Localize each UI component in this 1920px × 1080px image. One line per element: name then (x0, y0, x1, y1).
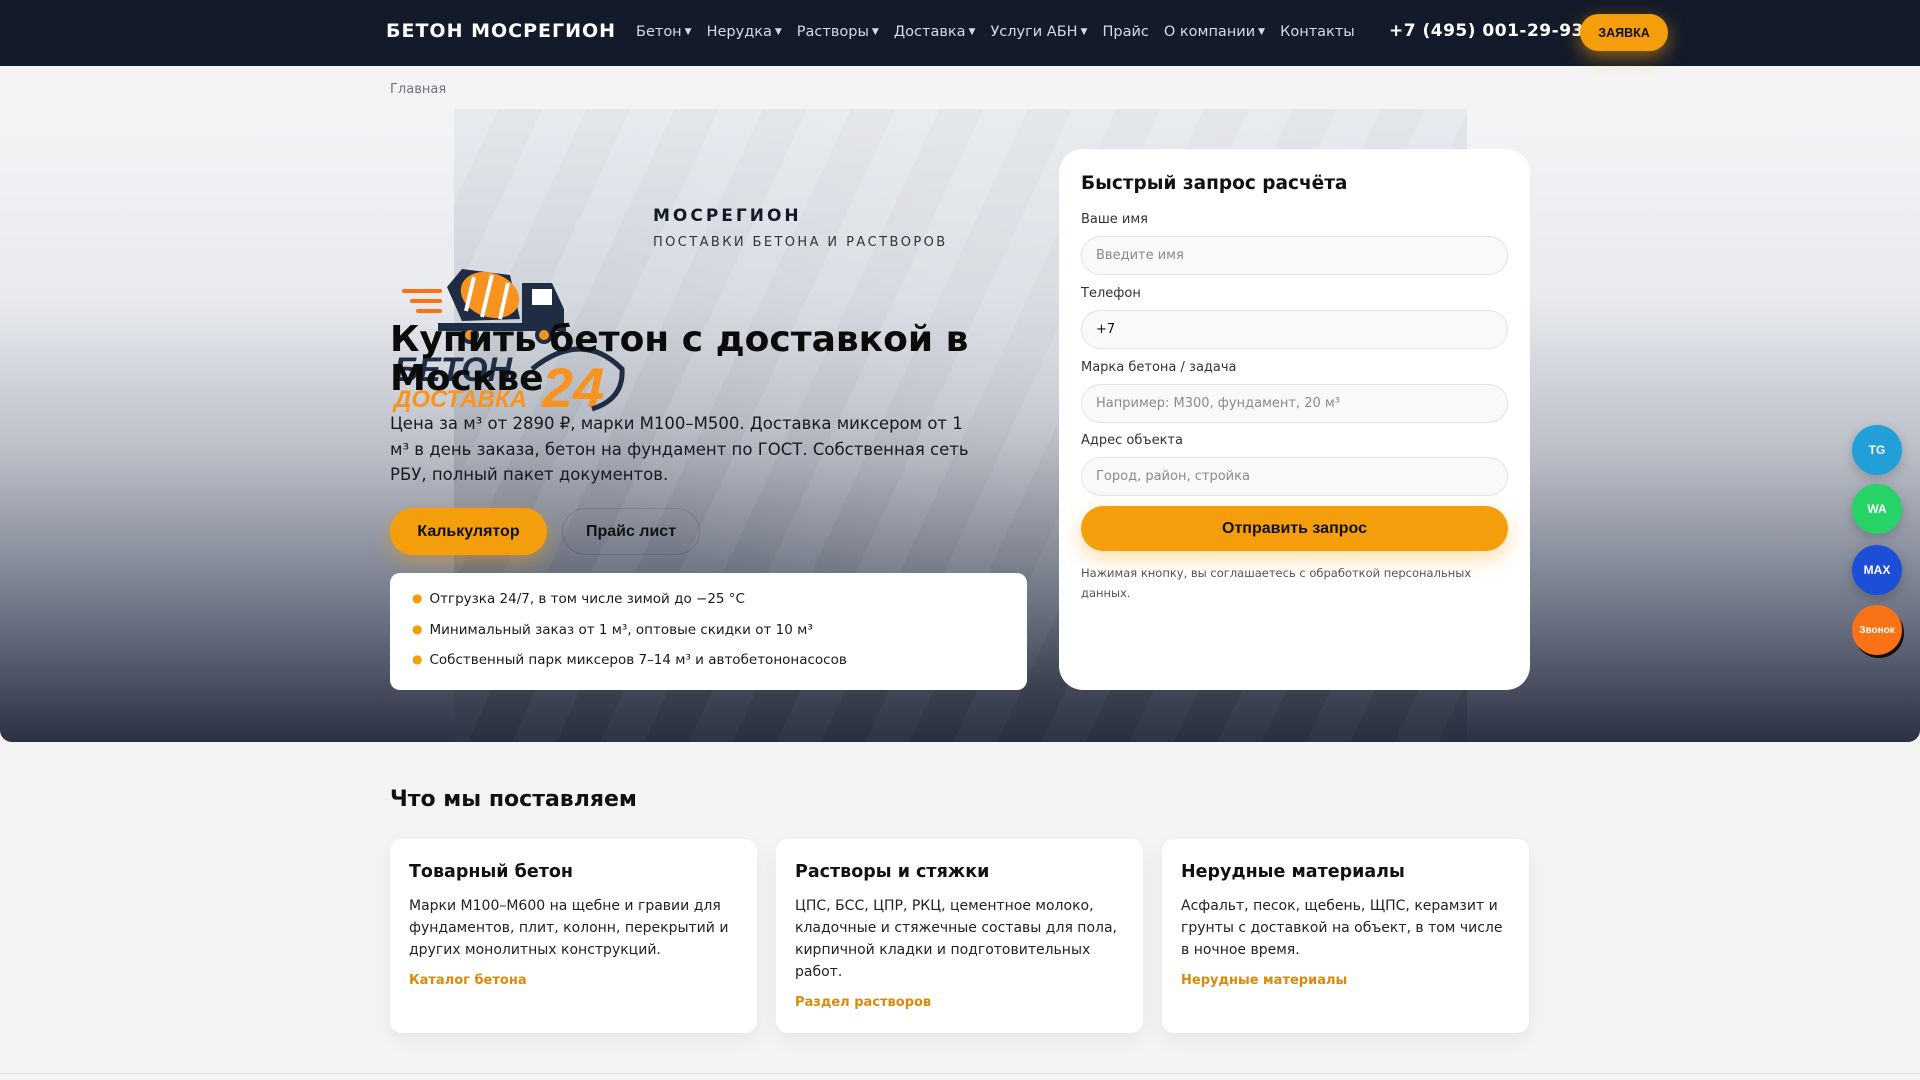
menu-label: Нерудка (706, 24, 772, 40)
request-button[interactable]: ЗАЯВКА (1580, 14, 1668, 51)
hero-section: БЕТОН ДОСТАВКА 24 МОСРЕГИОН ПОСТАВКИ БЕТ… (0, 109, 1920, 742)
caret-down-icon: ▼ (968, 27, 976, 37)
menu-label: Услуги АБН (990, 24, 1078, 40)
card-title: Нерудные материалы (1181, 862, 1405, 882)
feature-item: ● Собственный парк миксеров 7–14 м³ и авт… (412, 652, 1005, 683)
features-list: ● Отгрузка 24/7, в том числе зимой до −25… (390, 573, 1027, 690)
menu-label: О компании (1163, 24, 1256, 40)
phone-link[interactable]: +7 (495) 001-29-93 (1389, 21, 1584, 41)
telegram-button[interactable]: TG (1852, 425, 1902, 475)
card-link[interactable]: Нерудные материалы (1181, 973, 1510, 988)
brand-link[interactable]: БЕТОН МОСРЕГИОН (386, 20, 616, 42)
price-list-button[interactable]: Прайс лист (562, 508, 700, 555)
card-text: Асфальт, песок, щебень, ЩПС, керамзит и … (1181, 898, 1503, 958)
bullet-icon: ● (412, 621, 423, 636)
form-title: Быстрый запрос расчёта (1081, 173, 1348, 194)
hero-subtagline: ПОСТАВКИ БЕТОНА И РАСТВОРОВ (653, 235, 948, 250)
menu-item-nerudka[interactable]: Нерудка ▼ (707, 24, 782, 40)
feature-text: Собственный парк миксеров 7–14 м³ и авто… (429, 652, 847, 668)
menu-item-about[interactable]: О компании ▼ (1164, 24, 1265, 40)
caret-down-icon: ▼ (1258, 27, 1266, 37)
address-input[interactable] (1081, 457, 1508, 496)
menu-item-abn[interactable]: Услуги АБН ▼ (990, 24, 1087, 40)
callback-button[interactable]: Звонок (1852, 605, 1902, 655)
caret-down-icon: ▼ (684, 27, 692, 37)
card-link[interactable]: Каталог бетона (409, 973, 738, 988)
calculator-button[interactable]: Калькулятор (390, 508, 547, 555)
feature-text: Минимальный заказ от 1 м³, оптовые скидк… (429, 621, 813, 638)
phone-input[interactable] (1081, 310, 1508, 349)
menu-label: Бетон (636, 24, 682, 40)
menu-item-dostavka[interactable]: Доставка ▼ (894, 24, 976, 40)
caret-down-icon: ▼ (774, 27, 782, 37)
menu-label: Растворы (796, 24, 869, 40)
bullet-icon: ● (412, 591, 423, 605)
divider (0, 1073, 1920, 1074)
bullet-icon: ● (412, 652, 423, 666)
card-text: ЦПС, БСС, ЦПР, РКЦ, цементное молоко, кл… (795, 898, 1118, 980)
grade-input[interactable] (1081, 384, 1508, 423)
card-link[interactable]: Раздел растворов (795, 995, 1124, 1010)
main-menu: Бетон ▼ Нерудка ▼ Растворы ▼ Доставка ▼ Услу… (636, 24, 1370, 40)
whatsapp-button[interactable]: WA (1852, 484, 1902, 534)
menu-label: Доставка (893, 24, 966, 40)
max-button[interactable]: MAX (1852, 545, 1902, 595)
consent-note: Нажимая кнопку, вы соглашаетесь с обрабо… (1081, 566, 1472, 600)
feature-text: Отгрузка 24/7, в том числе зимой до −25 … (429, 591, 745, 607)
hero-lead: Цена за м³ от 2890 ₽, марки М100–М500. Д… (390, 414, 969, 484)
hero-tagline: МОСРЕГИОН (653, 206, 802, 226)
address-label: Адрес объекта (1081, 433, 1183, 448)
card-text: Марки М100–М600 на щебне и гравии для фу… (409, 898, 729, 958)
feature-item: ● Отгрузка 24/7, в том числе зимой до −25… (412, 591, 1005, 622)
menu-item-price[interactable]: Прайс (1102, 24, 1148, 40)
menu-item-beton[interactable]: Бетон ▼ (636, 24, 692, 40)
section-title: Что мы поставляем (390, 787, 637, 812)
quick-request-form: Быстрый запрос расчёта Ваше имя Телефон … (1059, 149, 1530, 690)
breadcrumb-home[interactable]: Главная (390, 82, 446, 97)
product-card: Растворы и стяжки ЦПС, БСС, ЦПР, РКЦ, це… (776, 839, 1143, 1033)
product-card: Товарный бетон Марки М100–М600 на щебне … (390, 839, 757, 1033)
menu-item-rastvory[interactable]: Растворы ▼ (797, 24, 879, 40)
caret-down-icon: ▼ (1080, 27, 1088, 37)
product-card: Нерудные материалы Асфальт, песок, щебен… (1162, 839, 1529, 1033)
send-request-button[interactable]: Отправить запрос (1081, 506, 1508, 551)
menu-item-contacts[interactable]: Контакты (1280, 24, 1355, 40)
hero-title: Купить бетон с доставкой в Москве (390, 319, 969, 399)
grade-label: Марка бетона / задача (1081, 360, 1237, 375)
phone-label: Телефон (1081, 286, 1141, 301)
name-input[interactable] (1081, 236, 1508, 275)
card-title: Товарный бетон (409, 862, 573, 882)
caret-down-icon: ▼ (871, 27, 879, 37)
card-title: Растворы и стяжки (795, 862, 990, 882)
top-navbar: БЕТОН МОСРЕГИОН Бетон ▼ Нерудка ▼ Растворы… (0, 0, 1920, 66)
feature-item: ● Минимальный заказ от 1 м³, оптовые скид… (412, 622, 1005, 653)
name-label: Ваше имя (1081, 212, 1148, 227)
